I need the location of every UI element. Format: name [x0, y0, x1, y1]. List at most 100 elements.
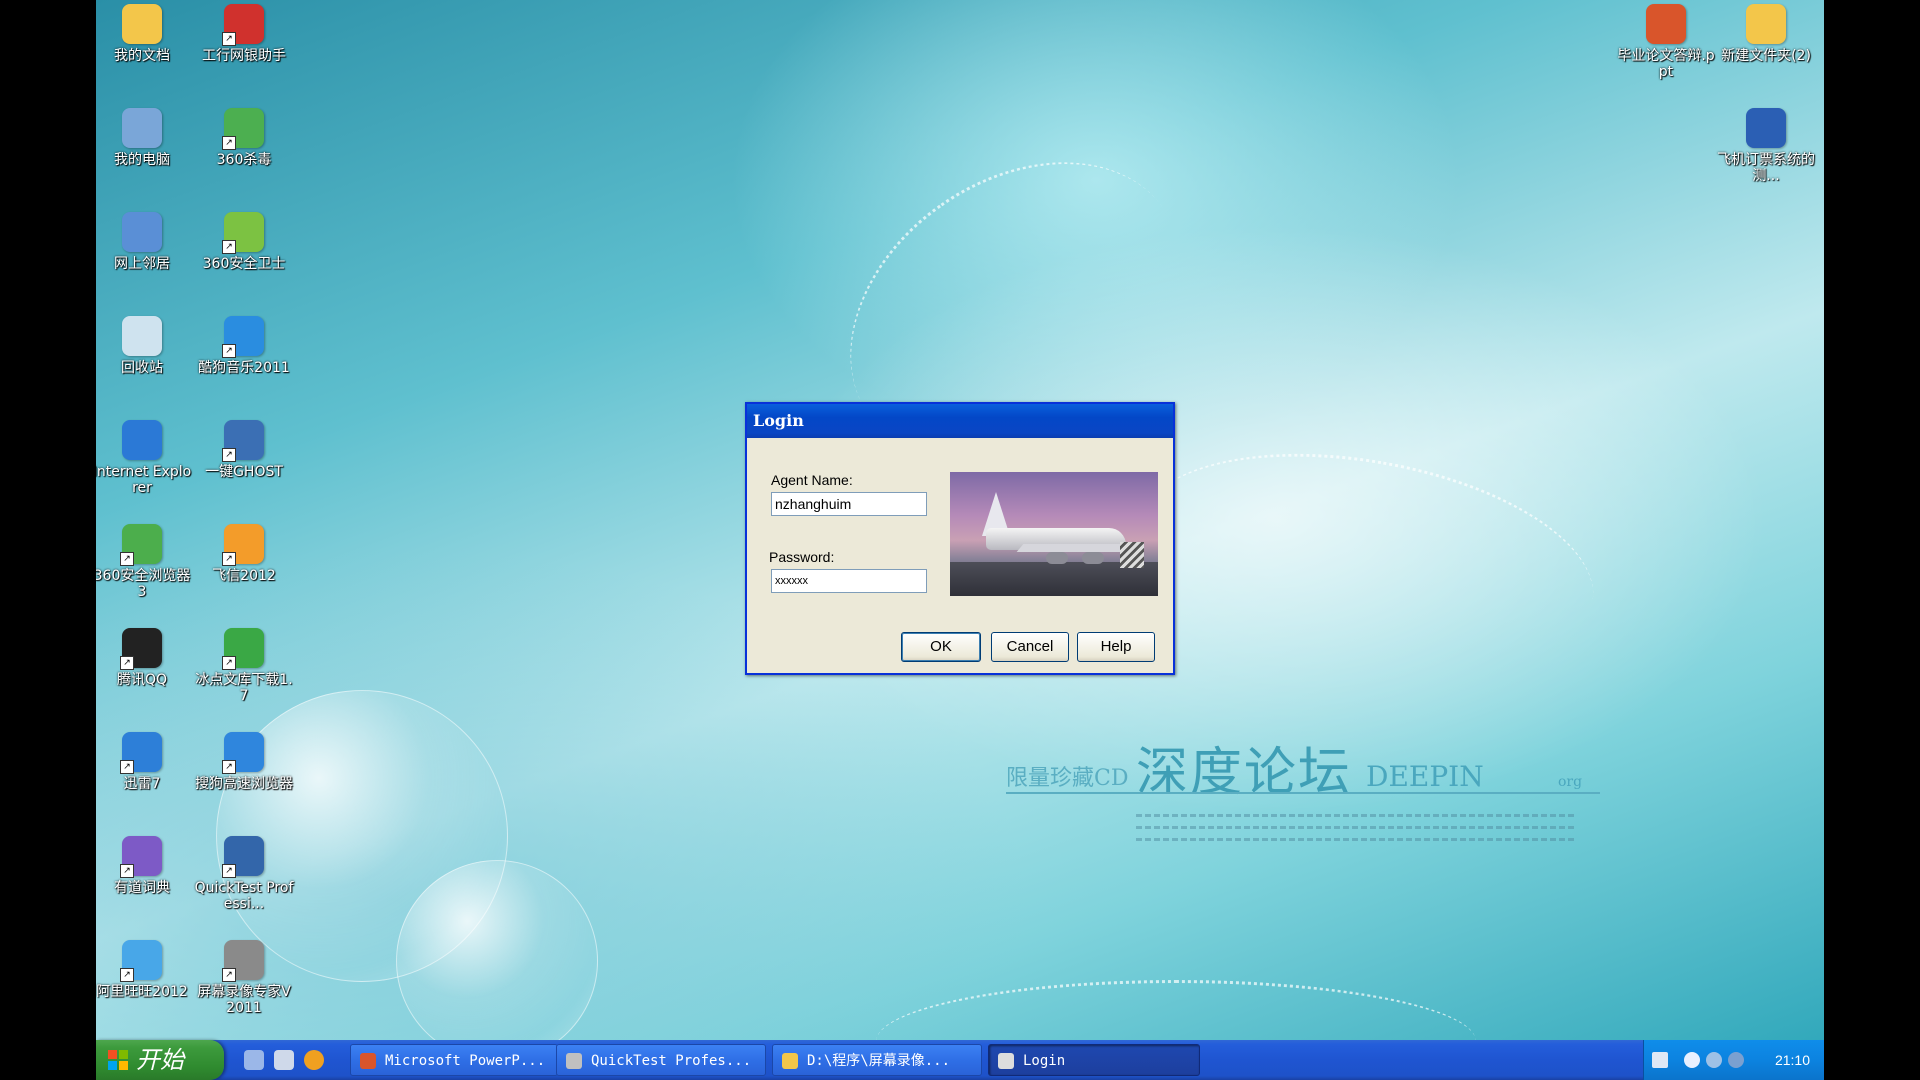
- desktop-icon[interactable]: 我的文档: [96, 4, 192, 64]
- desktop-icon-label: 阿里旺旺2012: [96, 984, 188, 1000]
- desktop-icon[interactable]: 毕业论文答辩.ppt: [1616, 4, 1716, 80]
- fetion-icon: ↗: [222, 524, 264, 566]
- desktop-icon[interactable]: ↗ 搜狗高速浏览器: [194, 732, 294, 792]
- desktop-icon[interactable]: ↗ 工行网银助手: [194, 4, 294, 64]
- folder-icon: [1746, 4, 1786, 44]
- taskbar-task[interactable]: QuickTest Profes...: [556, 1044, 766, 1076]
- start-label: 开始: [136, 1046, 184, 1074]
- network-tray-icon[interactable]: [1706, 1052, 1722, 1068]
- desktop-icon-label: 冰点文库下载1.7: [195, 672, 293, 704]
- desktop-icon-label: 网上邻居: [114, 256, 170, 272]
- brand-divider: [1006, 792, 1600, 794]
- ok-button[interactable]: OK: [901, 632, 981, 662]
- refresh-icon: ↗: [222, 628, 264, 670]
- clock[interactable]: 21:10: [1775, 1040, 1810, 1080]
- taskbar-task[interactable]: D:\程序\屏幕录像...: [772, 1044, 982, 1076]
- desktop-icon-label: 飞信2012: [212, 568, 276, 584]
- taskbar-task-label: D:\程序\屏幕录像...: [807, 1053, 951, 1069]
- desktop-icon[interactable]: ↗ 腾讯QQ: [96, 628, 192, 688]
- desktop-icon-label: 新建文件夹(2): [1721, 48, 1811, 64]
- desktop-icon-label: 360安全卫士: [202, 256, 286, 272]
- network-icon: [122, 212, 162, 252]
- taskbar-task[interactable]: Microsoft PowerP...: [350, 1044, 558, 1076]
- windows-logo-icon: [108, 1050, 128, 1070]
- system-tray: 21:10: [1643, 1040, 1824, 1080]
- shortcut-arrow-icon: ↗: [120, 864, 134, 878]
- shortcut-arrow-icon: ↗: [222, 968, 236, 982]
- desktop-icon[interactable]: ↗ 冰点文库下载1.7: [194, 628, 294, 704]
- tray-chevron-icon[interactable]: [1684, 1052, 1700, 1068]
- desktop-icon[interactable]: ↗ QuickTest Professi...: [194, 836, 294, 912]
- quicklaunch-firefox-icon[interactable]: [304, 1050, 324, 1070]
- cancel-button[interactable]: Cancel: [991, 632, 1069, 662]
- desktop-icon[interactable]: ↗ 360杀毒: [194, 108, 294, 168]
- desktop-icon[interactable]: ↗ 一键GHOST: [194, 420, 294, 480]
- shortcut-arrow-icon: ↗: [222, 344, 236, 358]
- airplane-image: [950, 472, 1158, 596]
- desktop-icon-label: 回收站: [121, 360, 163, 376]
- powerpoint-file-icon: [1646, 4, 1686, 44]
- show-desktop-icon[interactable]: [244, 1050, 264, 1070]
- password-input[interactable]: [771, 569, 927, 593]
- desktop-icon[interactable]: 新建文件夹(2): [1716, 4, 1816, 64]
- desktop-icon-label: 毕业论文答辩.ppt: [1617, 48, 1715, 80]
- dialog-titlebar[interactable]: Login: [747, 404, 1173, 438]
- agent-name-label: Agent Name:: [771, 472, 853, 488]
- 360-guard-icon: ↗: [222, 212, 264, 254]
- dialog-content: Agent Name: Password: OK Cancel Help: [747, 438, 1173, 673]
- screen-recorder-icon: ↗: [222, 940, 264, 982]
- icbc-icon: ↗: [222, 4, 264, 46]
- wallpaper-sparkle: [1121, 421, 1611, 702]
- quicklaunch-browser-icon[interactable]: [274, 1050, 294, 1070]
- desktop-icon[interactable]: Internet Explorer: [96, 420, 192, 496]
- brand-cd-text: 限量珍藏CD: [1006, 766, 1129, 791]
- taskbar: 开始 Microsoft PowerP... QuickTest Profes..…: [96, 1040, 1824, 1080]
- desktop-icon-label: 屏幕录像专家V2011: [197, 984, 291, 1016]
- desktop-icon[interactable]: ↗ 360安全浏览器 3: [96, 524, 192, 600]
- powerpoint-icon: [360, 1053, 376, 1069]
- desktop-icon[interactable]: ↗ 酷狗音乐2011: [194, 316, 294, 376]
- shortcut-arrow-icon: ↗: [120, 968, 134, 982]
- desktop-icon[interactable]: ↗ 360安全卫士: [194, 212, 294, 272]
- desktop-icon-label: 360安全浏览器 3: [96, 568, 191, 600]
- desktop-icon[interactable]: ↗ 迅雷7: [96, 732, 192, 792]
- quicktest-icon: [566, 1053, 582, 1069]
- desktop-icon-label: 360杀毒: [216, 152, 272, 168]
- start-button[interactable]: 开始: [96, 1040, 224, 1080]
- shortcut-arrow-icon: ↗: [222, 448, 236, 462]
- desktop-icon[interactable]: ↗ 有道词典: [96, 836, 192, 896]
- shortcut-arrow-icon: ↗: [222, 656, 236, 670]
- thunder-bird-icon: ↗: [120, 732, 162, 774]
- login-dialog: Login Agent Name: Password: OK Cancel He…: [745, 402, 1175, 675]
- desktop-icon[interactable]: 网上邻居: [96, 212, 192, 272]
- desktop-icon-label: 我的电脑: [114, 152, 170, 168]
- shield-icon: ↗: [222, 108, 264, 150]
- my-documents-icon: [122, 4, 162, 44]
- shortcut-arrow-icon: ↗: [120, 656, 134, 670]
- agent-name-input[interactable]: [771, 492, 927, 516]
- taskbar-task[interactable]: Login: [988, 1044, 1200, 1076]
- password-label: Password:: [769, 549, 835, 565]
- desktop-icon-label: 我的文档: [114, 48, 170, 64]
- desktop-icon[interactable]: ↗ 阿里旺旺2012: [96, 940, 192, 1000]
- shortcut-arrow-icon: ↗: [222, 760, 236, 774]
- desktop-icon-label: 搜狗高速浏览器: [195, 776, 293, 792]
- desktop-icon-label: 一键GHOST: [205, 464, 283, 480]
- qq-penguin-icon: ↗: [120, 628, 162, 670]
- keyboard-icon[interactable]: [1652, 1052, 1668, 1068]
- desktop-icon-label: Internet Explorer: [96, 464, 192, 496]
- airplane-icon: [998, 1053, 1014, 1069]
- brand-org-text: org: [1558, 774, 1583, 790]
- desktop-icon-label: 工行网银助手: [202, 48, 286, 64]
- desktop-icon[interactable]: 我的电脑: [96, 108, 192, 168]
- desktop-icon[interactable]: ↗ 屏幕录像专家V2011: [194, 940, 294, 1016]
- folder-icon: [782, 1053, 798, 1069]
- ghost-icon: ↗: [222, 420, 264, 462]
- volume-icon[interactable]: [1728, 1052, 1744, 1068]
- shortcut-arrow-icon: ↗: [222, 240, 236, 254]
- desktop-icon[interactable]: ↗ 飞信2012: [194, 524, 294, 584]
- desktop-icon[interactable]: 飞机订票系统的测...: [1716, 108, 1816, 184]
- help-button[interactable]: Help: [1077, 632, 1155, 662]
- 360-browser-icon: ↗: [120, 524, 162, 566]
- desktop-icon[interactable]: 回收站: [96, 316, 192, 376]
